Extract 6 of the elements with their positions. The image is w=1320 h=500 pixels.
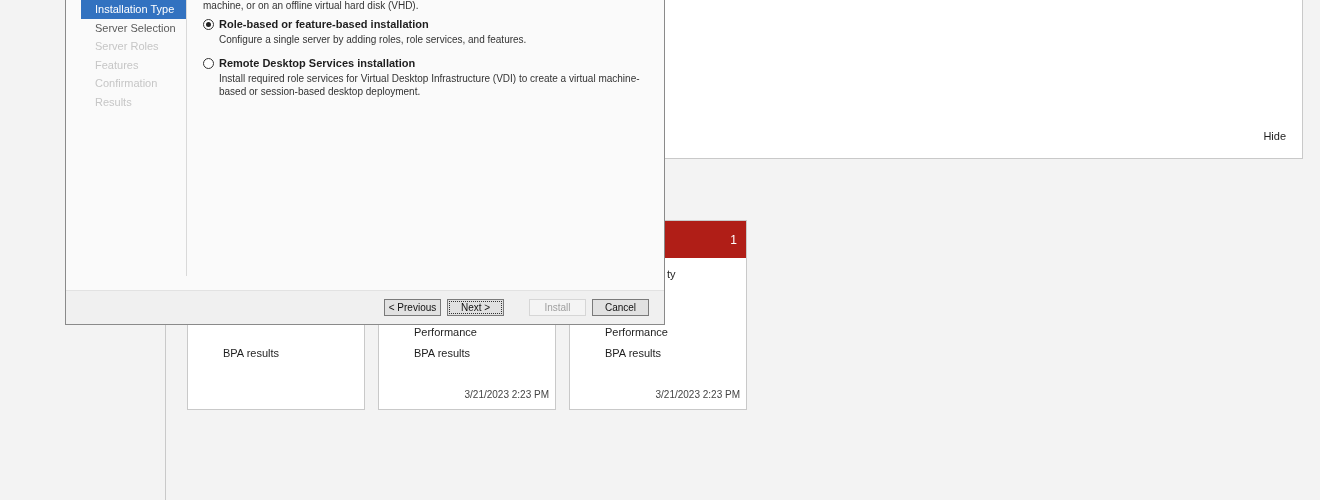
intro-text: machine, or on an offline virtual hard disk (VHD).	[203, 0, 420, 12]
alert-count: 1	[730, 232, 737, 247]
option-description: Install required role services for Virtual Desktop Infrastructure (VDI) to create a virtual machine-based or session-based desktop deployment.	[219, 72, 641, 98]
timestamp: 3/21/2023 2:23 PM	[464, 389, 549, 400]
timestamp: 3/21/2023 2:23 PM	[655, 389, 740, 400]
option-description: Configure a single server by adding roles, role services, and features.	[219, 33, 528, 46]
